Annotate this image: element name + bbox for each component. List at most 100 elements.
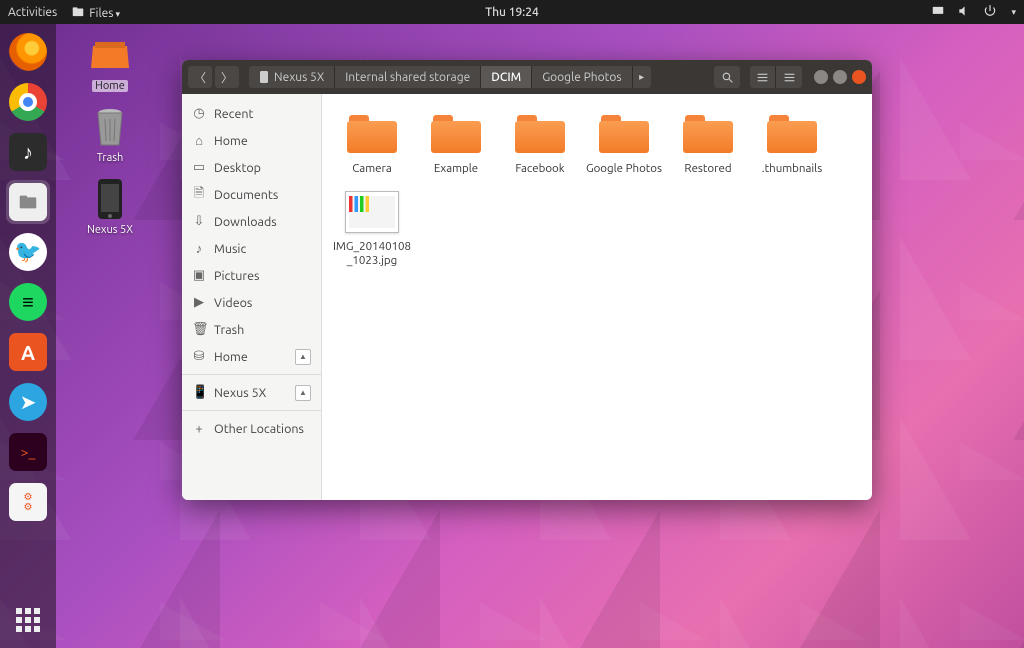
folder-thumbnails[interactable]: .thumbnails [752,108,832,180]
dock-files[interactable] [6,180,50,224]
search-button[interactable] [714,66,740,88]
file-label: Google Photos [584,162,664,176]
window-minimize[interactable] [814,70,828,84]
sidebar-pictures[interactable]: ▣ Pictures [182,262,321,289]
dock-corebird[interactable]: 🐦 [6,230,50,274]
app-menu-label: Files [89,7,113,20]
phone-icon [259,70,269,84]
folder-icon [681,112,735,156]
hamburger-menu[interactable] [776,66,802,88]
sidebar-item-label: Music [214,242,246,256]
chevron-down-icon: ▾ [1011,7,1016,18]
sidebar-item-label: Nexus 5X [214,386,266,400]
crumb-storage[interactable]: Internal shared storage [335,66,481,88]
sidebar-home[interactable]: ⌂Home [182,127,321,154]
eject-button[interactable]: ▲ [295,385,311,401]
dock-chrome[interactable] [6,80,50,124]
sidebar-device-nexus5x[interactable]: 📱Nexus 5X▲ [182,379,321,406]
crumb-label: Internal shared storage [345,71,470,84]
folder-example[interactable]: Example [416,108,496,180]
folder-icon [765,112,819,156]
files-window: 〈 〉 Nexus 5X Internal shared storage DCI… [182,60,872,500]
app-menu[interactable]: Files▾ [71,5,120,20]
file-label: .thumbnails [752,162,832,176]
window-titlebar[interactable]: 〈 〉 Nexus 5X Internal shared storage DCI… [182,60,872,94]
trash-icon: 🗑 [192,322,206,337]
dock-settings[interactable]: ⚙⚙ [6,480,50,524]
sidebar-videos[interactable]: ▶Videos [182,289,321,316]
sidebar-separator [182,374,321,375]
desktop-icon-home[interactable]: Home [72,34,148,92]
forward-button[interactable]: 〉 [215,66,239,88]
power-icon[interactable] [983,4,997,21]
sidebar-separator [182,410,321,411]
search-icon [721,71,734,84]
files-content-area[interactable]: Camera Example Facebook Google Photos Re… [322,94,872,500]
sidebar-item-label: Other Locations [214,422,304,436]
desktop-icons: Home Trash Nexus 5X [72,34,148,236]
clock[interactable]: Thu 19:24 [485,6,539,19]
sidebar-desktop[interactable]: ▭Desktop [182,154,321,181]
dock-spotify[interactable]: ≡ [6,280,50,324]
grid-icon [16,608,40,632]
file-label: IMG_20140108_1023.jpg [332,240,412,268]
drive-icon [85,34,135,76]
screen-icon[interactable] [931,4,945,21]
dock: ♪ 🐦 ≡ A ➤ >_ ⚙⚙ [0,24,56,648]
dock-rhythmbox[interactable]: ♪ [6,130,50,174]
sidebar-other-locations[interactable]: +Other Locations [182,415,321,442]
folder-icon [513,112,567,156]
file-image[interactable]: IMG_20140108_1023.jpg [332,186,412,272]
desktop-icon: ▭ [192,160,206,175]
folder-icon [429,112,483,156]
sidebar-music[interactable]: ♪ Music [182,235,321,262]
crumb-googlephotos[interactable]: Google Photos [532,66,632,88]
chevron-down-icon: ▾ [115,9,120,19]
view-list-button[interactable] [750,66,776,88]
back-button[interactable]: 〈 [188,66,212,88]
desktop-icon-label: Nexus 5X [87,224,133,236]
file-label: Facebook [500,162,580,176]
eject-button[interactable]: ▲ [295,349,311,365]
sidebar-trash[interactable]: 🗑Trash [182,316,321,343]
sidebar-item-label: Documents [214,188,278,202]
breadcrumb: Nexus 5X Internal shared storage DCIM Go… [249,66,651,88]
music-icon: ♪ [192,241,206,256]
dock-software[interactable]: A [6,330,50,374]
gnome-topbar: Activities Files▾ Thu 19:24 ▾ [0,0,1024,24]
desktop-icon-nexus5x[interactable]: Nexus 5X [72,178,148,236]
sidebar-disk-home[interactable]: ⛁Home▲ [182,343,321,370]
file-label: Restored [668,162,748,176]
dock-terminal[interactable]: >_ [6,430,50,474]
volume-icon[interactable] [957,4,971,21]
folder-facebook[interactable]: Facebook [500,108,580,180]
files-sidebar: ◷Recent ⌂Home ▭Desktop 🗎 Documents ⇩Downl… [182,94,322,500]
activities-button[interactable]: Activities [8,6,57,19]
sidebar-downloads[interactable]: ⇩Downloads [182,208,321,235]
desktop-icon-label: Trash [97,152,124,164]
sidebar-recent[interactable]: ◷Recent [182,100,321,127]
crumb-device[interactable]: Nexus 5X [249,66,335,88]
window-maximize[interactable] [833,70,847,84]
sidebar-item-label: Pictures [214,269,259,283]
download-icon: ⇩ [192,214,206,229]
show-apps-button[interactable] [0,592,56,648]
clock-icon: ◷ [192,106,206,121]
doc-icon: 🗎 [192,184,206,206]
folder-camera[interactable]: Camera [332,108,412,180]
sidebar-item-label: Home [214,350,248,364]
breadcrumb-more[interactable]: ▸ [633,66,651,88]
sidebar-item-label: Home [214,134,248,148]
list-icon [756,71,769,84]
window-close[interactable] [852,70,866,84]
desktop-icon-trash[interactable]: Trash [72,106,148,164]
image-thumbnail [345,190,399,234]
dock-firefox[interactable] [6,30,50,74]
folder-restored[interactable]: Restored [668,108,748,180]
dock-telegram[interactable]: ➤ [6,380,50,424]
sidebar-documents[interactable]: 🗎 Documents [182,181,321,208]
folder-googlephotos[interactable]: Google Photos [584,108,664,180]
crumb-dcim[interactable]: DCIM [481,66,532,88]
sidebar-item-label: Videos [214,296,252,310]
pictures-icon: ▣ [192,268,206,283]
